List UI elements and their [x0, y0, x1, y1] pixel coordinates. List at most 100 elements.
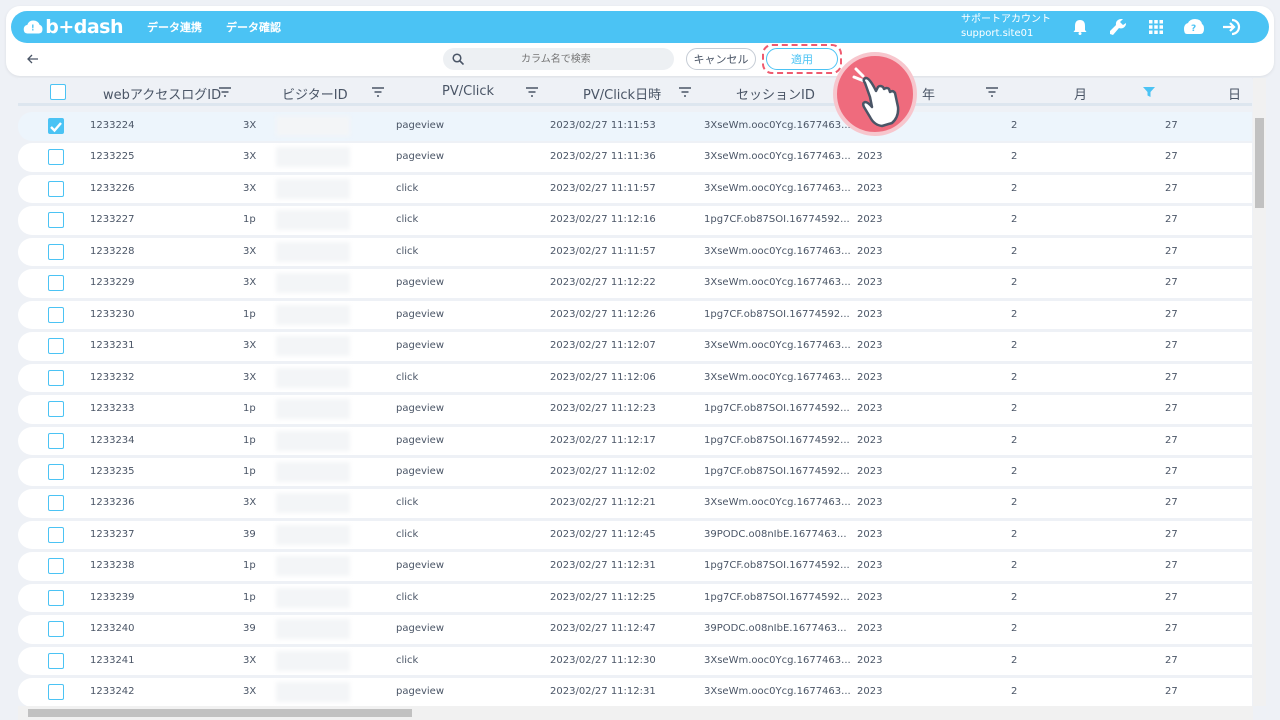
sort-icon[interactable]: [218, 86, 232, 98]
column-header-log-id[interactable]: webアクセスログID: [103, 84, 221, 103]
sort-icon[interactable]: [525, 86, 539, 98]
row-checkbox[interactable]: [48, 526, 64, 543]
cell-visitor-id: 1p: [243, 214, 256, 226]
cell-day: 27: [1165, 528, 1178, 540]
logo-cloud-icon: !: [23, 20, 43, 34]
cell-visitor-id: 1p: [243, 560, 256, 572]
column-header-year[interactable]: 年: [922, 84, 935, 103]
cell-month: 2: [1011, 465, 1018, 477]
grid-icon[interactable]: [1145, 16, 1167, 38]
apply-button[interactable]: 適用: [766, 48, 838, 70]
row-checkbox[interactable]: [48, 401, 64, 418]
row-checkbox[interactable]: [48, 306, 64, 323]
column-header-pv-click-datetime[interactable]: PV/Click日時: [583, 84, 661, 103]
table-row[interactable]: 1233238 1p pageview 2023/02/27 11:12:31 1pg7…: [18, 552, 1252, 581]
cell-day: 27: [1165, 434, 1178, 446]
cell-year: 2023: [857, 434, 883, 446]
table-row[interactable]: 1233239 1p click 2023/02/27 11:12:25 1pg7CF.…: [18, 583, 1252, 613]
vertical-scroll-thumb[interactable]: [1255, 118, 1264, 208]
cell-pv-click-datetime: 2023/02/27 11:11:53: [550, 120, 656, 131]
row-checkbox[interactable]: [48, 684, 64, 701]
sort-icon[interactable]: [985, 86, 999, 98]
cancel-button[interactable]: キャンセル: [686, 48, 756, 70]
nav-data-integration[interactable]: データ連携: [147, 19, 202, 35]
row-checkbox[interactable]: [48, 652, 64, 669]
cell-session-id: 3XseWm.ooc0Ycg.1677463...: [704, 151, 851, 163]
column-header-visitor-id[interactable]: ビジターID: [282, 84, 348, 103]
table-row[interactable]: 1233226 3X click 2023/02/27 11:11:57 3XseWm.…: [18, 174, 1252, 204]
sort-icon[interactable]: [678, 86, 692, 98]
table-row[interactable]: 1233236 3X click 2023/02/27 11:12:21 3XseWm.…: [18, 489, 1252, 518]
cell-year: 2023: [857, 371, 883, 383]
back-arrow-icon[interactable]: [26, 52, 40, 66]
table-row[interactable]: 1233230 1p pageview 2023/02/27 11:12:26 1pg7…: [18, 300, 1252, 330]
logo[interactable]: ! b+dash: [23, 16, 123, 38]
cell-day: 27: [1165, 403, 1178, 415]
cell-pv-click-datetime: 2023/02/27 11:12:06: [550, 371, 656, 383]
horizontal-scrollbar[interactable]: [18, 706, 1253, 720]
table-row[interactable]: 1233225 3X pageview 2023/02/27 11:11:36 3Xse…: [18, 143, 1252, 172]
column-header-day[interactable]: 日: [1228, 84, 1241, 103]
row-checkbox[interactable]: [48, 558, 64, 575]
cell-pv-click: pageview: [396, 465, 445, 477]
table-row[interactable]: 1233237 39 click 2023/02/27 11:12:45 39PODC.…: [18, 520, 1252, 550]
nav-data-check[interactable]: データ確認: [226, 19, 281, 35]
column-header-pv-click[interactable]: PV/Click: [442, 84, 494, 99]
row-checkbox[interactable]: [48, 275, 64, 292]
cell-pv-click: pageview: [396, 560, 445, 572]
table-row[interactable]: 1233228 3X click 2023/02/27 11:11:57 3XseWm.…: [18, 237, 1252, 267]
column-header-session-id[interactable]: セッションID: [736, 84, 815, 103]
svg-text:?: ?: [1191, 24, 1196, 34]
row-checkbox[interactable]: [48, 212, 64, 229]
table-row[interactable]: 1233227 1p click 2023/02/27 11:12:16 1pg7CF.…: [18, 206, 1252, 235]
chat-icon[interactable]: ?: [1183, 16, 1205, 38]
column-search-input[interactable]: [443, 48, 674, 70]
row-checkbox[interactable]: [48, 243, 64, 260]
cell-year: 2023: [857, 623, 883, 635]
row-checkbox[interactable]: [48, 621, 64, 638]
vertical-scrollbar[interactable]: [1253, 78, 1266, 706]
cell-day: 27: [1165, 654, 1178, 666]
filter-active-icon[interactable]: [1142, 86, 1156, 98]
row-checkbox[interactable]: [48, 495, 64, 512]
bell-icon[interactable]: [1069, 16, 1091, 38]
logout-icon[interactable]: [1221, 16, 1243, 38]
cell-visitor-id: 39: [243, 528, 256, 540]
table-row[interactable]: 1233233 1p pageview 2023/02/27 11:12:23 1pg7…: [18, 395, 1252, 424]
row-checkbox[interactable]: [48, 118, 64, 134]
cell-visitor-id: 3X: [243, 497, 257, 509]
cell-day: 27: [1165, 120, 1178, 131]
account-info[interactable]: サポートアカウント support.site01: [961, 13, 1051, 41]
cell-visitor-id: 3X: [243, 120, 257, 131]
row-checkbox[interactable]: [48, 149, 64, 166]
select-all-checkbox[interactable]: [50, 84, 66, 100]
row-checkbox[interactable]: [48, 338, 64, 355]
table-row[interactable]: 1233232 3X click 2023/02/27 11:12:06 3XseWm.…: [18, 363, 1252, 393]
cell-month: 2: [1011, 686, 1018, 698]
row-checkbox[interactable]: [48, 180, 64, 197]
row-checkbox[interactable]: [48, 589, 64, 606]
sort-icon[interactable]: [371, 86, 385, 98]
table-row[interactable]: 1233231 3X pageview 2023/02/27 11:12:07 3Xse…: [18, 332, 1252, 361]
table-row[interactable]: 1233242 3X pageview 2023/02/27 11:12:31 3Xse…: [18, 678, 1252, 706]
row-checkbox[interactable]: [48, 369, 64, 386]
cell-pv-click: pageview: [396, 623, 445, 635]
horizontal-scroll-thumb[interactable]: [28, 709, 412, 717]
table-row[interactable]: 1233224 3X pageview 2023/02/27 11:11:53 3Xse…: [18, 112, 1252, 141]
table-row[interactable]: 1233234 1p pageview 2023/02/27 11:12:17 1pg7…: [18, 426, 1252, 455]
cell-visitor-id: 1p: [243, 403, 256, 415]
redacted-visitor-id: [276, 682, 350, 703]
table-row[interactable]: 1233229 3X pageview 2023/02/27 11:12:22 3Xse…: [18, 269, 1252, 298]
cell-year: 2023: [857, 182, 883, 194]
row-checkbox[interactable]: [48, 432, 64, 449]
table-row[interactable]: 1233235 1p pageview 2023/02/27 11:12:02 1pg7…: [18, 457, 1252, 487]
cell-year: 2023: [857, 277, 883, 289]
table-row[interactable]: 1233241 3X click 2023/02/27 11:12:30 3XseWm.…: [18, 646, 1252, 676]
cell-pv-click: pageview: [396, 340, 445, 352]
cell-pv-click: click: [396, 528, 419, 540]
wrench-icon[interactable]: [1107, 16, 1129, 38]
table-row[interactable]: 1233240 39 pageview 2023/02/27 11:12:47 39PO…: [18, 615, 1252, 644]
row-checkbox[interactable]: [48, 463, 64, 480]
column-header-month[interactable]: 月: [1074, 84, 1087, 103]
cell-log-id: 1233240: [90, 623, 135, 635]
